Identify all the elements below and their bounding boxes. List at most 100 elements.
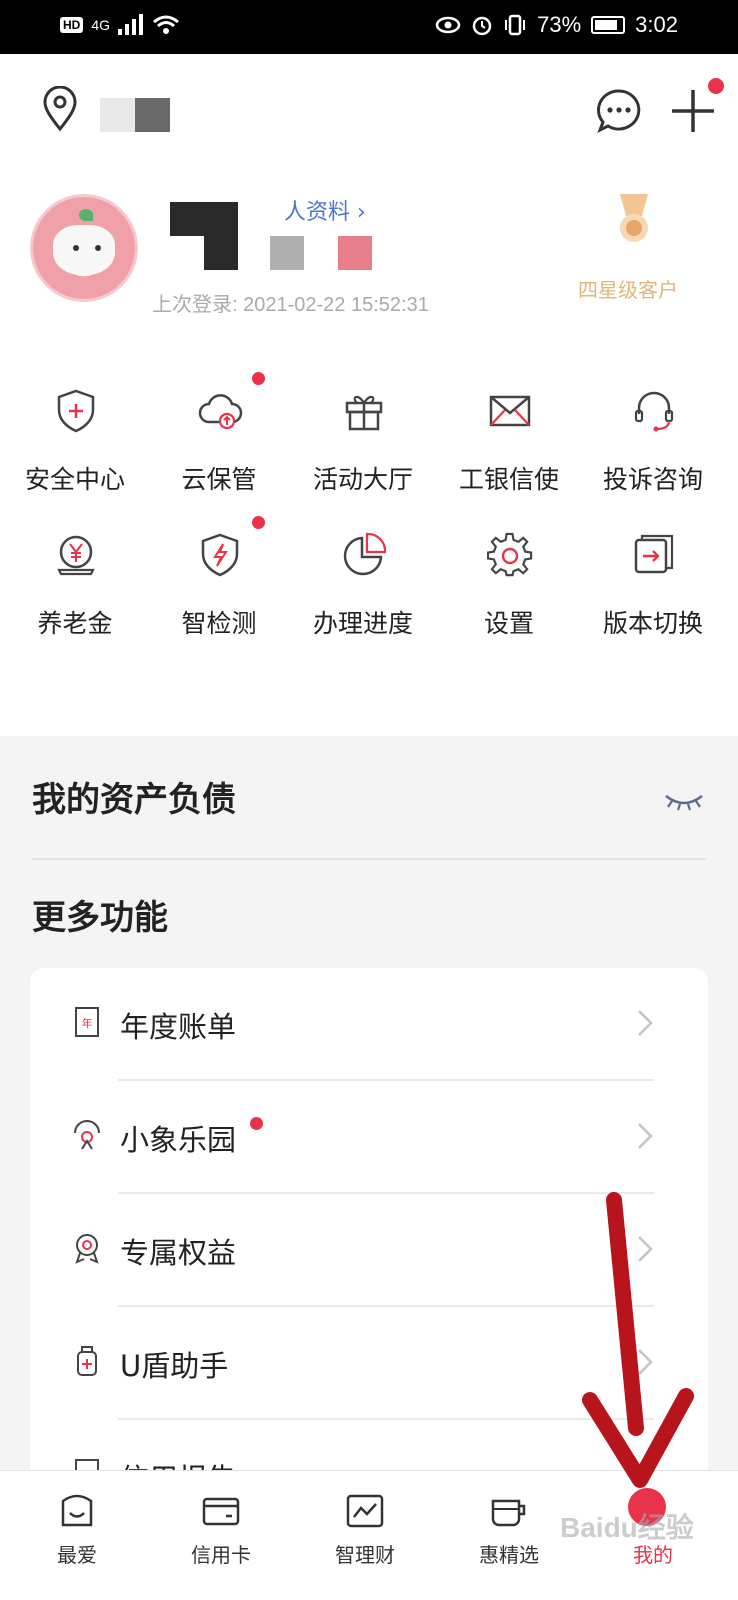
quick-action-label: 养老金 (37, 609, 113, 638)
vip-medal-icon[interactable] (612, 194, 656, 264)
username-redacted (338, 236, 372, 270)
elephant-mascot (53, 225, 115, 275)
quick-action-progress[interactable]: 办理进度 (290, 522, 436, 652)
section-divider (32, 858, 706, 860)
quick-action-settings[interactable]: 设置 (436, 522, 582, 652)
chevron-right-icon (638, 1123, 653, 1149)
assets-title[interactable]: 我的资产负债 (32, 772, 236, 821)
last-login-text: 上次登录: 2021-02-22 15:52:31 (152, 294, 429, 316)
username-redacted (170, 202, 204, 236)
tab-wealth[interactable]: 智理财 (292, 1471, 438, 1600)
badge-icon (75, 1234, 99, 1264)
mascot-eye (95, 245, 101, 251)
battery-percent: 73% (537, 12, 582, 37)
alarm-icon (472, 16, 492, 36)
list-item-label: 小象乐园 (120, 1123, 237, 1157)
quick-action-label: 工银信使 (458, 465, 559, 494)
credit-card-icon (202, 1497, 240, 1526)
username-redacted (204, 202, 238, 270)
location-pin-icon[interactable] (40, 86, 80, 132)
coffee-cup-icon (491, 1499, 526, 1527)
quick-action-label: 办理进度 (312, 609, 413, 638)
profile-header[interactable]: 人资料 › 上次登录: 2021-02-22 15:52:31 四星级客户 (0, 180, 738, 330)
wealth-chart-icon (346, 1494, 384, 1528)
favorite-icon (61, 1494, 93, 1527)
chevron-right-icon (638, 1349, 653, 1375)
list-item-ukey-assistant[interactable]: U盾助手 (30, 1307, 708, 1420)
watermark: Baidu经验 (560, 1512, 694, 1543)
wifi-icon (153, 15, 179, 34)
list-item-label: U盾助手 (120, 1349, 229, 1383)
top-bar (0, 54, 738, 164)
eye-closed-icon[interactable] (662, 790, 706, 812)
hd-badge: HD (60, 17, 84, 33)
list-item-label: 年度账单 (120, 1010, 237, 1044)
network-label: 4G (91, 17, 111, 33)
gear-icon (487, 532, 533, 577)
username-redacted (270, 236, 304, 270)
quick-action-complaints[interactable]: 投诉咨询 (580, 378, 726, 508)
list-item-credit-report[interactable]: 信用报告 (30, 1420, 708, 1470)
quick-action-activity-hall[interactable]: 活动大厅 (290, 378, 436, 508)
chat-bubble-icon[interactable] (596, 88, 642, 134)
battery-icon (591, 16, 626, 34)
eye-comfort-icon (435, 16, 461, 34)
ukey-icon (77, 1346, 97, 1376)
plus-icon[interactable] (668, 86, 718, 136)
tab-favorites[interactable]: 最爱 (4, 1471, 150, 1600)
envelope-icon (489, 395, 531, 427)
cloud-upload-icon (198, 394, 243, 430)
list-item-annual-bill[interactable]: 年 年度账单 (30, 968, 708, 1081)
tab-label: 最爱 (57, 1543, 97, 1567)
quick-action-label: 设置 (483, 609, 534, 638)
quick-action-version-switch[interactable]: 版本切换 (580, 522, 726, 652)
signal-icon (118, 14, 144, 35)
yen-coin-icon (57, 535, 95, 576)
sprout-icon (79, 209, 93, 221)
clock: 3:02 (635, 12, 678, 37)
switch-icon (634, 534, 674, 574)
list-item-exclusive-benefits[interactable]: 专属权益 (30, 1194, 708, 1307)
quick-action-security-center[interactable]: 安全中心 (2, 378, 148, 508)
more-features-title: 更多功能 (32, 898, 168, 938)
list-item-elephant-park[interactable]: 小象乐园 (30, 1081, 708, 1194)
elephant-park-icon (74, 1120, 100, 1150)
shield-bolt-icon (201, 533, 239, 577)
quick-action-label: 云保管 (181, 465, 257, 494)
list-item-label: 信用报告 (120, 1456, 236, 1470)
chevron-right-icon (638, 1236, 653, 1262)
profile-link[interactable]: 人资料 › (284, 194, 366, 226)
quick-action-cloud-storage[interactable]: 云保管 (146, 372, 292, 508)
quick-action-label: 安全中心 (24, 465, 125, 494)
quick-action-label: 投诉咨询 (602, 465, 703, 494)
location-text-redacted[interactable] (100, 98, 170, 132)
credit-report-icon (75, 1459, 99, 1470)
quick-action-smart-detection[interactable]: 智检测 (146, 516, 292, 652)
vibrate-icon (505, 14, 526, 36)
quick-action-pension[interactable]: 养老金 (2, 522, 148, 652)
pie-chart-icon (343, 532, 387, 576)
chevron-right-icon (638, 1010, 653, 1036)
tab-credit-card[interactable]: 信用卡 (148, 1471, 294, 1600)
quick-action-icbc-messenger[interactable]: 工银信使 (436, 378, 582, 508)
notification-dot (250, 1117, 263, 1130)
list-item-label: 专属权益 (120, 1236, 237, 1270)
gift-icon (345, 395, 383, 431)
quick-actions-row: 养老金 智检测 办理进度 设置 版本切换 (0, 516, 738, 652)
svg-text:年: 年 (82, 1016, 93, 1030)
notification-dot (708, 78, 724, 94)
quick-actions-row: 安全中心 云保管 活动大厅 工银信使 投诉咨询 (0, 372, 738, 508)
status-bar: HD 4G 73% 3:02 (0, 0, 738, 54)
quick-action-label: 版本切换 (602, 609, 703, 638)
avatar[interactable] (30, 194, 138, 302)
vip-level-label[interactable]: 四星级客户 (578, 274, 678, 303)
mascot-eye (73, 245, 79, 251)
tab-label: 智理财 (335, 1543, 395, 1567)
quick-action-label: 活动大厅 (312, 465, 413, 494)
annual-bill-icon: 年 (75, 1007, 99, 1037)
shield-plus-icon (57, 389, 95, 433)
headset-icon (634, 391, 674, 432)
tab-label: 信用卡 (191, 1543, 251, 1567)
quick-action-label: 智检测 (181, 609, 257, 638)
notification-dot (252, 372, 265, 385)
